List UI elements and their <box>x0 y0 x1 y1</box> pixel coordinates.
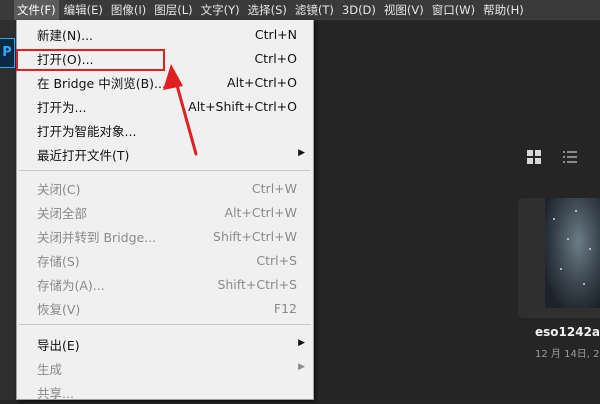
submenu-arrow-icon: ▶ <box>298 148 305 158</box>
recent-file-name[interactable]: eso1242a.ps <box>535 325 600 339</box>
menu-item-generate[interactable]: 生成 ▶ <box>17 356 313 380</box>
list-view-icon[interactable] <box>563 151 577 164</box>
menu-item-close-all[interactable]: 关闭全部 Alt+Ctrl+W <box>17 200 313 224</box>
menu-item-recent-files[interactable]: 最近打开文件(T) ▶ <box>17 142 313 166</box>
recent-file-thumbnail[interactable] <box>545 198 600 308</box>
menu-bar: 文件(F) 编辑(E) 图像(I) 图层(L) 文字(Y) 选择(S) 滤镜(T… <box>0 0 600 21</box>
menu-separator <box>19 170 311 171</box>
highlight-box <box>16 49 165 71</box>
menu-filter[interactable]: 滤镜(T) <box>292 0 337 20</box>
submenu-arrow-icon: ▶ <box>298 338 305 348</box>
file-menu-dropdown: 新建(N)... Ctrl+N 打开(O)... Ctrl+O 在 Bridge… <box>16 20 314 401</box>
menu-item-save[interactable]: 存储(S) Ctrl+S <box>17 248 313 272</box>
submenu-arrow-icon: ▶ <box>298 362 305 372</box>
recent-file-date: 12 月 14日, 2:5 <box>535 349 600 360</box>
menu-item-close[interactable]: 关闭(C) Ctrl+W <box>17 176 313 200</box>
menu-type[interactable]: 文字(Y) <box>198 0 243 20</box>
menu-item-revert[interactable]: 恢复(V) F12 <box>17 296 313 320</box>
menu-file[interactable]: 文件(F) <box>14 0 59 20</box>
menu-window[interactable]: 窗口(W) <box>429 0 478 20</box>
menu-item-close-and-go-to-bridge[interactable]: 关闭并转到 Bridge... Shift+Ctrl+W <box>17 224 313 248</box>
menu-item-new[interactable]: 新建(N)... Ctrl+N <box>17 22 313 46</box>
menu-image[interactable]: 图像(I) <box>108 0 149 20</box>
grid-view-icon[interactable] <box>527 150 541 164</box>
menu-item-save-as[interactable]: 存储为(A)... Shift+Ctrl+S <box>17 272 313 296</box>
menu-help[interactable]: 帮助(H) <box>480 0 527 20</box>
menu-select[interactable]: 选择(S) <box>245 0 290 20</box>
menu-separator <box>19 324 311 325</box>
menu-3d[interactable]: 3D(D) <box>339 0 379 20</box>
menu-item-share[interactable]: 共享... <box>17 380 313 404</box>
menu-edit[interactable]: 编辑(E) <box>61 0 106 20</box>
menu-view[interactable]: 视图(V) <box>381 0 427 20</box>
photoshop-logo: P <box>0 38 15 68</box>
menu-layer[interactable]: 图层(L) <box>151 0 195 20</box>
menu-item-export[interactable]: 导出(E) ▶ <box>17 332 313 356</box>
menu-item-open-as-smart-object[interactable]: 打开为智能对象... <box>17 118 313 142</box>
menu-item-open-as[interactable]: 打开为... Alt+Shift+Ctrl+O <box>17 94 313 118</box>
menu-item-browse-in-bridge[interactable]: 在 Bridge 中浏览(B)... Alt+Ctrl+O <box>17 70 313 94</box>
tool-strip <box>0 20 16 400</box>
